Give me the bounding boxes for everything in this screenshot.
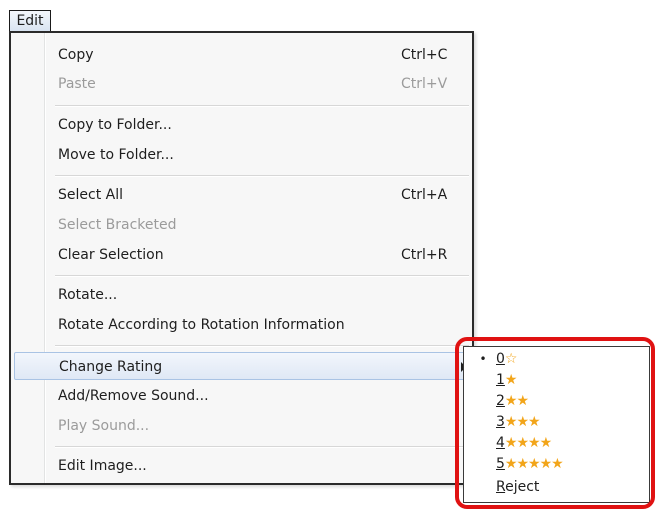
menu-item-move-to-folder[interactable]: Move to Folder... — [14, 141, 469, 169]
menu-item-label: Add/Remove Sound... — [58, 388, 209, 404]
menu-item-label: Select Bracketed — [58, 217, 177, 233]
star-icons: ★★★★★ — [504, 456, 564, 472]
menu-item-shortcut: Ctrl+V — [401, 76, 448, 92]
menu-item-clear-selection[interactable]: Clear Selection Ctrl+R — [14, 241, 469, 269]
rating-number: 0 — [496, 351, 505, 367]
rating-option-2[interactable]: 2★★ — [470, 391, 529, 412]
rating-number: 2 — [496, 393, 505, 409]
edit-menu: Copy Ctrl+C Paste Ctrl+V Copy to Folder.… — [9, 31, 474, 485]
empty-star-icon: ☆ — [504, 351, 518, 367]
menu-item-add-remove-sound[interactable]: Add/Remove Sound... — [14, 382, 469, 410]
menu-item-change-rating[interactable]: Change Rating — [14, 352, 469, 380]
menu-item-shortcut: Ctrl+C — [401, 47, 448, 63]
star-icons: ★★ — [504, 393, 529, 409]
star-icons: ★★★ — [504, 414, 541, 430]
menu-item-copy[interactable]: Copy Ctrl+C — [14, 41, 469, 69]
menu-item-shortcut: Ctrl+R — [401, 247, 448, 263]
menu-item-edit-image[interactable]: Edit Image... — [14, 452, 469, 480]
menu-item-shortcut: Ctrl+A — [401, 187, 448, 203]
rating-number: 3 — [496, 414, 505, 430]
menu-separator — [55, 105, 469, 107]
menu-item-rotate-by-info[interactable]: Rotate According to Rotation Information — [14, 311, 469, 339]
edit-menu-button[interactable]: Edit — [9, 10, 51, 32]
menu-item-label: Play Sound... — [58, 418, 150, 434]
star-icons: ★ — [504, 372, 518, 388]
rating-option-0[interactable]: • 0☆ — [470, 349, 518, 370]
menu-item-label: Change Rating — [59, 359, 163, 375]
menu-item-label: Move to Folder... — [58, 147, 174, 163]
rating-option-5[interactable]: 5★★★★★ — [470, 454, 564, 475]
menu-item-label: Copy — [58, 47, 94, 63]
rating-number: 1 — [496, 372, 505, 388]
menu-separator — [55, 345, 469, 347]
menu-separator — [55, 275, 469, 277]
menu-item-select-all[interactable]: Select All Ctrl+A — [14, 181, 469, 209]
menu-item-label: Paste — [58, 76, 96, 92]
menu-item-label: Clear Selection — [58, 247, 164, 263]
rating-option-4[interactable]: 4★★★★ — [470, 433, 552, 454]
menu-item-play-sound: Play Sound... — [14, 412, 469, 440]
reject-accelerator: R — [496, 479, 506, 495]
rating-number: 5 — [496, 456, 505, 472]
menu-item-label: Select All — [58, 187, 123, 203]
menu-item-select-bracketed: Select Bracketed — [14, 211, 469, 239]
menu-item-label: Rotate... — [58, 287, 118, 303]
menu-item-copy-to-folder[interactable]: Copy to Folder... — [14, 111, 469, 139]
rating-option-3[interactable]: 3★★★ — [470, 412, 541, 433]
rating-option-reject[interactable]: Reject — [470, 477, 539, 498]
reject-label: eject — [505, 479, 540, 495]
selected-bullet-icon: • — [479, 352, 487, 366]
rating-option-1[interactable]: 1★ — [470, 370, 518, 391]
menu-separator — [55, 175, 469, 177]
menu-item-label: Rotate According to Rotation Information — [58, 317, 345, 333]
menu-item-label: Copy to Folder... — [58, 117, 172, 133]
menu-item-rotate[interactable]: Rotate... — [14, 281, 469, 309]
star-icons: ★★★★ — [504, 435, 552, 451]
menu-separator — [55, 446, 469, 448]
menu-item-label: Edit Image... — [58, 458, 147, 474]
menu-item-paste: Paste Ctrl+V — [14, 70, 469, 98]
rating-number: 4 — [496, 435, 505, 451]
change-rating-submenu: • 0☆ 1★ 2★★ 3★★★ 4★★★★ 5★★★★★ Reject — [463, 346, 650, 503]
